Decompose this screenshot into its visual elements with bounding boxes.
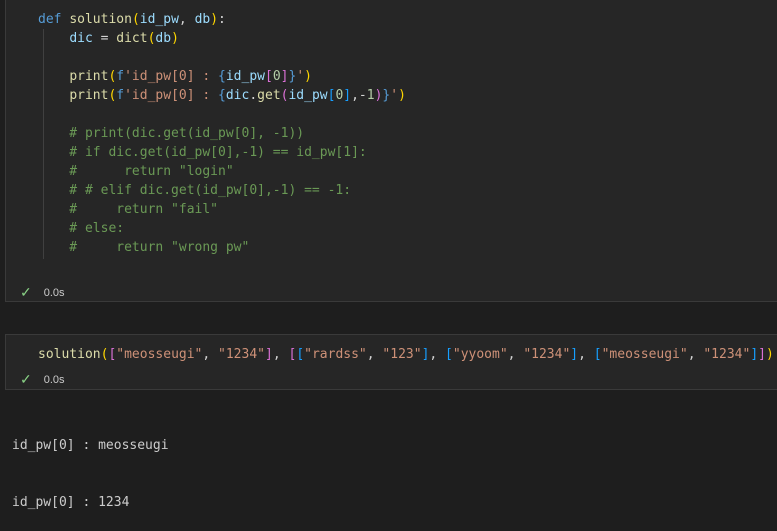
execution-status-1: ✓ 0.0s: [20, 284, 65, 301]
output-line-1: id_pw[0] : meosseugi: [12, 438, 169, 453]
code-line-10: # # elif dic.get(id_pw[0],-1) == -1:: [38, 183, 352, 198]
code-line-9: # return "login": [38, 164, 234, 179]
code-line-8: # if dic.get(id_pw[0],-1) == id_pw[1]:: [38, 145, 367, 160]
code-editor-2[interactable]: solution(["meosseugi", "1234"], [["rards…: [38, 345, 777, 402]
execution-time-2: 0.0s: [43, 373, 65, 386]
code-line-4: print(f'id_pw[0] : {id_pw[0]}'): [69, 69, 312, 84]
code-editor-1[interactable]: def solution(id_pw, db): dic = dict(db) …: [38, 10, 777, 257]
execution-status-2: ✓ 0.0s: [20, 371, 65, 388]
code-line-2: dic = dict(db): [69, 31, 179, 46]
code-line-11: # return "fail": [38, 202, 219, 217]
code-line-12: # else:: [38, 221, 125, 236]
execution-time-1: 0.0s: [43, 286, 65, 299]
code-cell-2[interactable]: solution(["meosseugi", "1234"], [["rards…: [5, 334, 777, 390]
check-icon: ✓: [20, 371, 32, 387]
cell-output: id_pw[0] : meosseugi id_pw[0] : 1234: [12, 398, 169, 531]
code-line-1: def solution(id_pw, db):: [38, 12, 226, 27]
code-line-5: print(f'id_pw[0] : {dic.get(id_pw[0],-1)…: [69, 88, 406, 103]
code-cell-1[interactable]: def solution(id_pw, db): dic = dict(db) …: [5, 0, 777, 302]
output-line-2: id_pw[0] : 1234: [12, 495, 130, 510]
check-icon: ✓: [20, 284, 32, 300]
code-line-13: # return "wrong pw": [38, 240, 250, 255]
code-line-call: solution(["meosseugi", "1234"], [["rards…: [38, 347, 774, 362]
code-line-7: # print(dic.get(id_pw[0], -1)): [38, 126, 305, 141]
